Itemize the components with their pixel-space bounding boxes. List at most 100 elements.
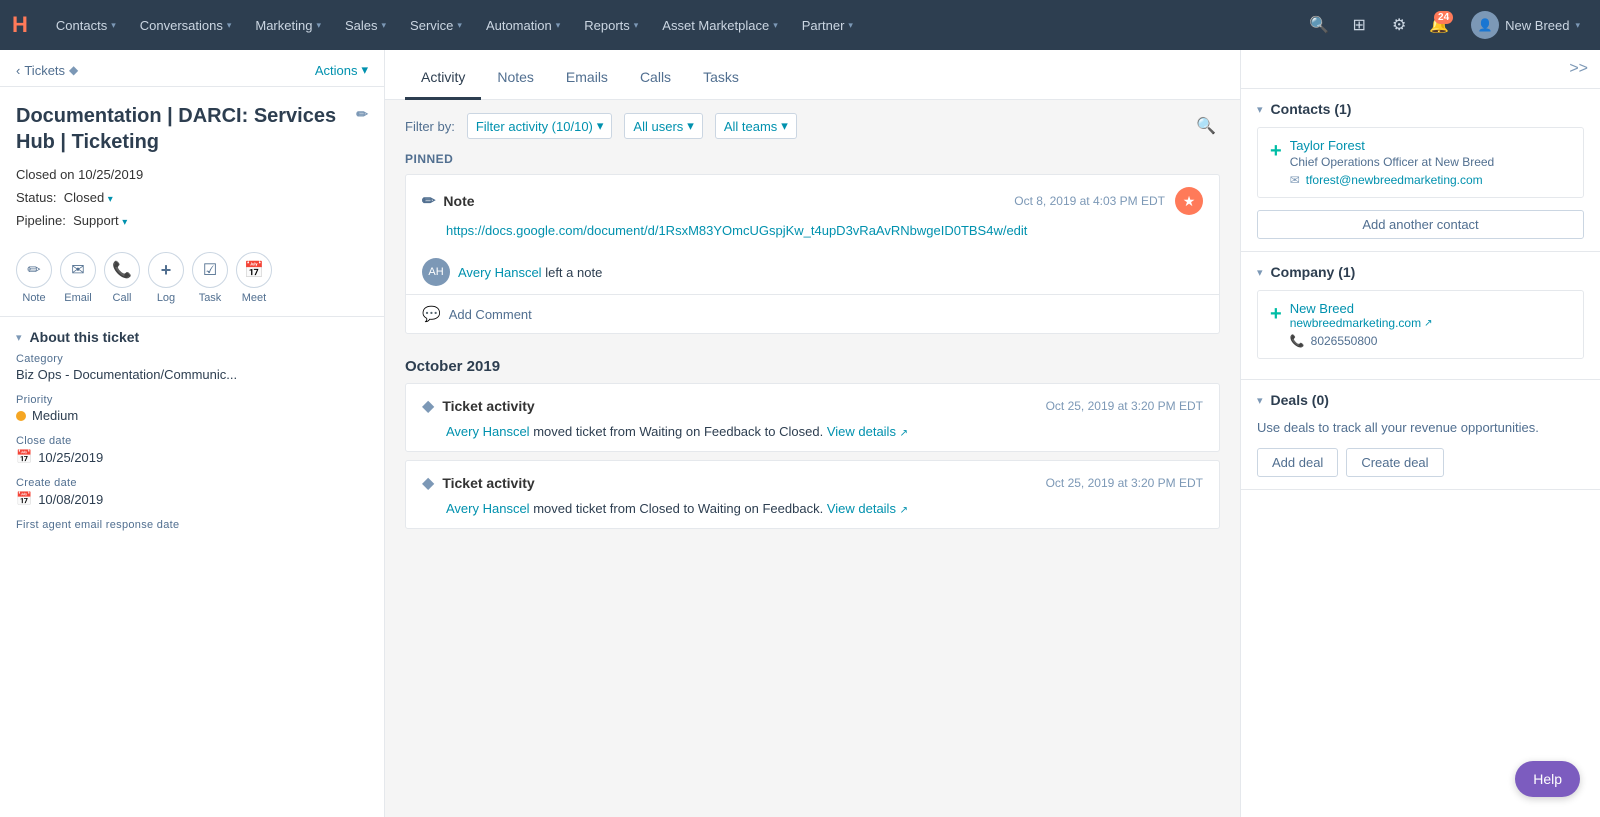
filter-users-chevron: ▾ (687, 118, 694, 134)
company-plus-icon: + (1270, 303, 1282, 326)
closed-on: Closed on 10/25/2019 (0, 163, 384, 186)
tab-emails[interactable]: Emails (550, 69, 624, 100)
deals-section-header[interactable]: ▾ Deals (0) (1257, 392, 1584, 408)
nav-asset-marketplace[interactable]: Asset Marketplace ▾ (650, 0, 789, 50)
company-phone: 8026550800 (1311, 334, 1378, 348)
user-menu[interactable]: 👤 New Breed ▾ (1463, 11, 1588, 39)
tab-activity[interactable]: Activity (405, 69, 481, 100)
filter-bar: Filter by: Filter activity (10/10) ▾ All… (405, 100, 1220, 152)
category-field: Category Biz Ops - Documentation/Communi… (16, 353, 368, 382)
contact-name[interactable]: Taylor Forest (1290, 138, 1571, 153)
ta1-body: Avery Hanscel moved ticket from Waiting … (406, 424, 1219, 451)
tab-calls[interactable]: Calls (624, 69, 687, 100)
about-section-header[interactable]: ▾ About this ticket (0, 317, 384, 353)
create-date-value: 📅 10/08/2019 (16, 491, 368, 507)
ticket-title-area: Documentation | DARCI: Services Hub | Ti… (0, 87, 384, 163)
ticket-activity-icon-1: ◆ (422, 396, 434, 416)
nav-partner[interactable]: Partner ▾ (790, 0, 865, 50)
nav-right-controls: 🔍 ⊞ ⚙ 🔔 24 👤 New Breed ▾ (1303, 9, 1588, 41)
add-another-contact-button[interactable]: Add another contact (1257, 210, 1584, 239)
create-date-label: Create date (16, 477, 368, 489)
ta2-view-details[interactable]: View details ↗ (827, 501, 908, 516)
nav-conversations[interactable]: Conversations ▾ (128, 0, 244, 50)
pin-badge[interactable]: ★ (1175, 187, 1203, 215)
nav-sales[interactable]: Sales ▾ (333, 0, 398, 50)
note-card-body: https://docs.google.com/document/d/1RsxM… (406, 223, 1219, 250)
task-action[interactable]: ☑ Task (192, 252, 228, 304)
external-link-icon-website: ↗ (1424, 318, 1432, 329)
settings-button[interactable]: ⚙ (1383, 9, 1415, 41)
edit-title-button[interactable]: ✏ (356, 105, 368, 123)
contact-email-row: ✉ tforest@newbreedmarketing.com (1290, 173, 1571, 187)
filter-users-button[interactable]: All users ▾ (624, 113, 702, 139)
call-action[interactable]: 📞 Call (104, 252, 140, 304)
actor-name[interactable]: Avery Hanscel (458, 265, 542, 280)
search-button[interactable]: 🔍 (1303, 9, 1335, 41)
nav-service[interactable]: Service ▾ (398, 0, 474, 50)
nav-reports[interactable]: Reports ▾ (572, 0, 650, 50)
nav-asset-marketplace-chevron: ▾ (773, 20, 778, 31)
task-label: Task (199, 292, 222, 304)
ta1-view-details[interactable]: View details ↗ (827, 424, 908, 439)
company-website[interactable]: newbreedmarketing.com ↗ (1290, 316, 1433, 330)
log-action[interactable]: + Log (148, 252, 184, 304)
company-card: + New Breed newbreedmarketing.com ↗ 📞 80… (1257, 290, 1584, 359)
status-value[interactable]: Closed (64, 190, 104, 205)
nav-marketing[interactable]: Marketing ▾ (243, 0, 333, 50)
note-card-link[interactable]: https://docs.google.com/document/d/1RsxM… (446, 223, 1027, 238)
meet-label: Meet (242, 292, 266, 304)
back-to-tickets[interactable]: ‹ Tickets ◆ (16, 63, 78, 78)
user-menu-chevron: ▾ (1575, 20, 1580, 31)
nav-contacts[interactable]: Contacts ▾ (44, 0, 128, 50)
add-comment-row[interactable]: 💬 Add Comment (406, 294, 1219, 333)
contacts-section-title: Contacts (1) (1271, 101, 1352, 117)
comment-icon: 💬 (422, 305, 441, 323)
deals-section: ▾ Deals (0) Use deals to track all your … (1241, 380, 1600, 490)
collapse-panel-button[interactable]: >> (1569, 60, 1588, 78)
deals-chevron-icon: ▾ (1257, 394, 1263, 407)
help-button[interactable]: Help (1515, 761, 1580, 797)
note-card-type: ✏ Note (422, 191, 475, 211)
activity-area: Filter by: Filter activity (10/10) ▾ All… (385, 100, 1240, 817)
contact-email[interactable]: tforest@newbreedmarketing.com (1306, 173, 1483, 187)
nav-automation[interactable]: Automation ▾ (474, 0, 572, 50)
filter-teams-button[interactable]: All teams ▾ (715, 113, 797, 139)
contacts-chevron-icon: ▾ (1257, 103, 1263, 116)
marketplace-icon-button[interactable]: ⊞ (1343, 9, 1375, 41)
nav-reports-chevron: ▾ (634, 20, 639, 31)
ta1-actor-name[interactable]: Avery Hanscel (446, 424, 530, 439)
email-action[interactable]: ✉ Email (60, 252, 96, 304)
pipeline-dropdown-icon[interactable]: ▾ (122, 217, 127, 228)
add-deal-button[interactable]: Add deal (1257, 448, 1338, 477)
ta2-type: Ticket activity (442, 475, 534, 491)
contact-title: Chief Operations Officer at New Breed (1290, 155, 1571, 169)
ticket-title: Documentation | DARCI: Services Hub | Ti… (16, 103, 368, 155)
tab-tasks[interactable]: Tasks (687, 69, 755, 100)
status-row: Status: Closed ▾ (0, 186, 384, 209)
create-date-field: Create date 📅 10/08/2019 (16, 477, 368, 507)
note-icon: ✏ (16, 252, 52, 288)
filter-activity-button[interactable]: Filter activity (10/10) ▾ (467, 113, 613, 139)
company-section-header[interactable]: ▾ Company (1) (1257, 264, 1584, 280)
pipeline-value[interactable]: Support (73, 213, 119, 228)
deals-section-title: Deals (0) (1271, 392, 1329, 408)
company-chevron-icon: ▾ (1257, 266, 1263, 279)
create-deal-button[interactable]: Create deal (1346, 448, 1443, 477)
activity-search-button[interactable]: 🔍 (1192, 112, 1220, 140)
notification-badge: 24 (1434, 11, 1453, 24)
contacts-section-header[interactable]: ▾ Contacts (1) (1257, 101, 1584, 117)
tab-notes[interactable]: Notes (481, 69, 550, 100)
notifications-button[interactable]: 🔔 24 (1423, 9, 1455, 41)
ta2-actor-name[interactable]: Avery Hanscel (446, 501, 530, 516)
external-link-icon-1: ↗ (900, 428, 908, 439)
first-agent-label: First agent email response date (16, 519, 368, 531)
hubspot-logo[interactable]: H (12, 12, 28, 38)
note-card-actor: AH Avery Hanscel left a note (406, 250, 1219, 294)
actions-button[interactable]: Actions ▾ (315, 62, 368, 78)
company-name[interactable]: New Breed (1290, 301, 1433, 316)
status-dropdown-icon[interactable]: ▾ (108, 194, 113, 205)
priority-dot (16, 411, 26, 421)
contact-info: Taylor Forest Chief Operations Officer a… (1290, 138, 1571, 187)
note-action[interactable]: ✏ Note (16, 252, 52, 304)
meet-action[interactable]: 📅 Meet (236, 252, 272, 304)
